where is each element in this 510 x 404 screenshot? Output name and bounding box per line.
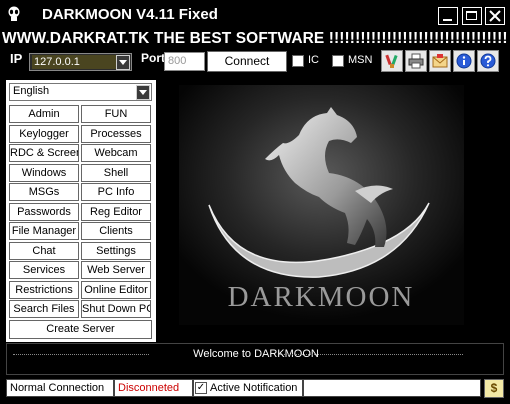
status-notification-label: Active Notification <box>193 379 303 397</box>
mail-icon <box>432 54 448 68</box>
create-server-button[interactable]: Create Server <box>9 320 152 339</box>
function-button-msgs[interactable]: MSGs <box>9 183 79 201</box>
function-button-pc-info[interactable]: PC Info <box>81 183 151 201</box>
port-input[interactable]: 800 <box>164 52 205 71</box>
function-button-windows[interactable]: Windows <box>9 163 79 182</box>
close-button[interactable] <box>485 7 505 25</box>
alien-icon <box>8 6 20 21</box>
function-button-search-files[interactable]: Search Files <box>9 300 79 318</box>
dollar-button[interactable]: $ <box>484 379 504 398</box>
msn-checkbox[interactable] <box>332 55 344 67</box>
msn-label: MSN <box>348 54 373 66</box>
title-bar[interactable]: DARKMOON V4.11 Fixed <box>0 0 510 29</box>
help-button[interactable] <box>477 50 499 72</box>
function-button-online-editor[interactable]: Online Editor <box>81 280 151 299</box>
chevron-down-icon[interactable] <box>116 55 130 70</box>
log-output[interactable]: Welcome to DARKMOON <box>6 343 504 375</box>
status-connection-type: Normal Connection <box>6 379 114 397</box>
help-icon <box>480 53 496 69</box>
function-button-shut-down-pc[interactable]: Shut Down PC <box>81 300 151 318</box>
language-value: English <box>13 85 50 97</box>
chevron-down-icon[interactable] <box>136 85 150 100</box>
mail-button[interactable] <box>429 50 451 72</box>
minimize-button[interactable] <box>438 7 458 25</box>
ip-combobox[interactable]: 127.0.0.1 <box>29 53 132 71</box>
status-connection-state: Disconneted <box>114 379 193 397</box>
darkmoon-logo: DARKMOON <box>179 85 464 325</box>
status-empty-field <box>303 379 481 397</box>
function-button-settings[interactable]: Settings <box>81 241 151 260</box>
brush-button[interactable] <box>381 50 403 72</box>
logo-text: DARKMOON <box>228 281 415 313</box>
connect-button[interactable]: Connect <box>207 51 287 72</box>
printer-icon <box>408 53 424 69</box>
function-button-passwords[interactable]: Passwords <box>9 202 79 221</box>
function-button-shell[interactable]: Shell <box>81 163 151 182</box>
ip-input[interactable]: 127.0.0.1 <box>32 55 116 69</box>
function-panel: English Admin FUN Keylogger Processes RDC & … <box>6 80 156 342</box>
active-notification-checkbox[interactable]: ✓ <box>195 382 207 394</box>
function-button-admin[interactable]: Admin <box>9 105 79 123</box>
function-button-fun[interactable]: FUN <box>81 105 151 123</box>
function-button-rdc-screen[interactable]: RDC & Screen <box>9 144 79 162</box>
function-button-restrictions[interactable]: Restrictions <box>9 280 79 299</box>
window-title: DARKMOON V4.11 Fixed <box>42 6 218 23</box>
port-label: Port <box>141 51 165 65</box>
function-button-reg-editor[interactable]: Reg Editor <box>81 202 151 221</box>
brush-icon <box>385 54 398 68</box>
info-button[interactable] <box>453 50 475 72</box>
function-button-services[interactable]: Services <box>9 261 79 279</box>
banner-text: WWW.DARKRAT.TK THE BEST SOFTWARE !!!!!!!… <box>2 29 508 48</box>
function-button-webcam[interactable]: Webcam <box>81 144 151 162</box>
language-select[interactable]: English <box>9 83 152 101</box>
ic-label: IC <box>308 54 319 66</box>
darkmoon-window: DARKMOON V4.11 Fixed WWW.DARKRAT.TK THE … <box>0 0 510 404</box>
info-icon <box>456 53 472 69</box>
function-button-clients[interactable]: Clients <box>81 222 151 240</box>
ic-checkbox[interactable] <box>292 55 304 67</box>
printer-button[interactable] <box>405 50 427 72</box>
divider <box>279 354 463 355</box>
function-button-web-server[interactable]: Web Server <box>81 261 151 279</box>
ip-label: IP <box>10 51 23 66</box>
function-button-processes[interactable]: Processes <box>81 124 151 143</box>
function-button-file-manager[interactable]: File Manager <box>9 222 79 240</box>
function-button-keylogger[interactable]: Keylogger <box>9 124 79 143</box>
function-button-chat[interactable]: Chat <box>9 241 79 260</box>
close-icon <box>489 10 501 22</box>
maximize-button[interactable] <box>462 7 482 25</box>
